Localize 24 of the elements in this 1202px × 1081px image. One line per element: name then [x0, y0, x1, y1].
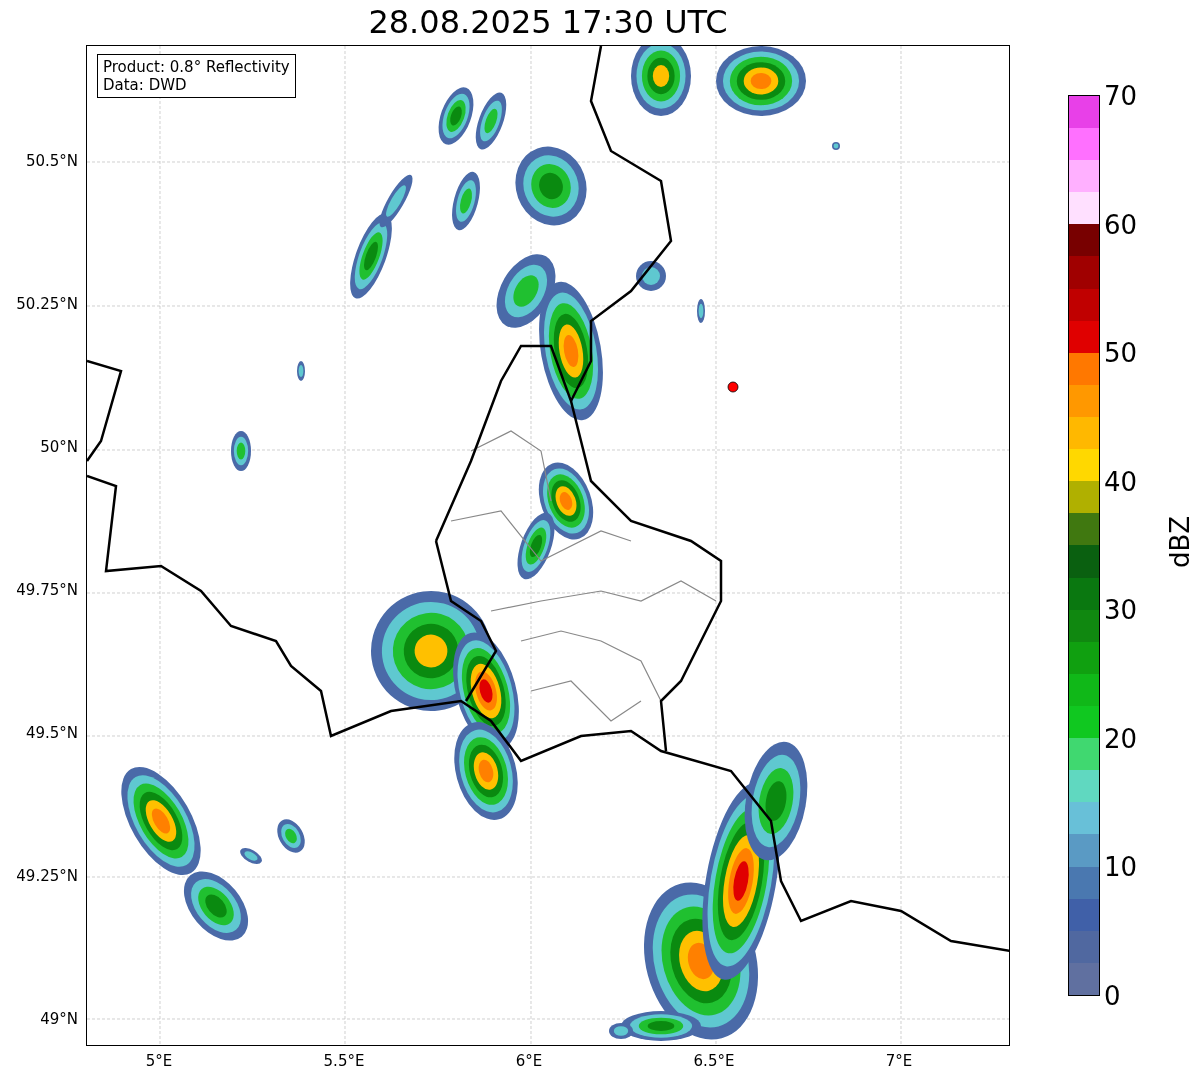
longitude-label: 6°E [515, 1052, 543, 1070]
latitude-label: 50°N [40, 438, 78, 456]
latitude-label: 49°N [40, 1010, 78, 1028]
colorbar-tick-label: 20 [1104, 723, 1138, 754]
colorbar-tick-label: 10 [1104, 852, 1138, 883]
latitude-label: 49.25°N [16, 867, 78, 885]
longitude-label: 5°E [145, 1052, 173, 1070]
longitude-label: 6.5°E [693, 1052, 735, 1070]
latitude-label: 50.25°N [16, 295, 78, 313]
colorbar-tick-label: 40 [1104, 466, 1138, 497]
chart-title: 28.08.2025 17:30 UTC [367, 2, 729, 43]
latitude-label: 49.5°N [25, 724, 78, 742]
colorbar-tick-label: 70 [1104, 81, 1138, 111]
colorbar-label: dBZ [1165, 515, 1195, 569]
longitude-label: 7°E [885, 1052, 913, 1070]
colorbar-tick-label: 50 [1104, 338, 1138, 369]
colorbar-tick-label: 60 [1104, 209, 1138, 240]
latitude-label: 50.5°N [25, 152, 78, 170]
longitude-label: 5.5°E [323, 1052, 365, 1070]
latitude-label: 49.75°N [16, 581, 78, 599]
legend-text: Product: 0.8° Reflectivity [103, 58, 290, 76]
legend-text: Data: DWD [103, 76, 188, 94]
colorbar-tick-label: 30 [1104, 595, 1138, 626]
colorbar-tick-label: 0 [1104, 981, 1121, 1011]
